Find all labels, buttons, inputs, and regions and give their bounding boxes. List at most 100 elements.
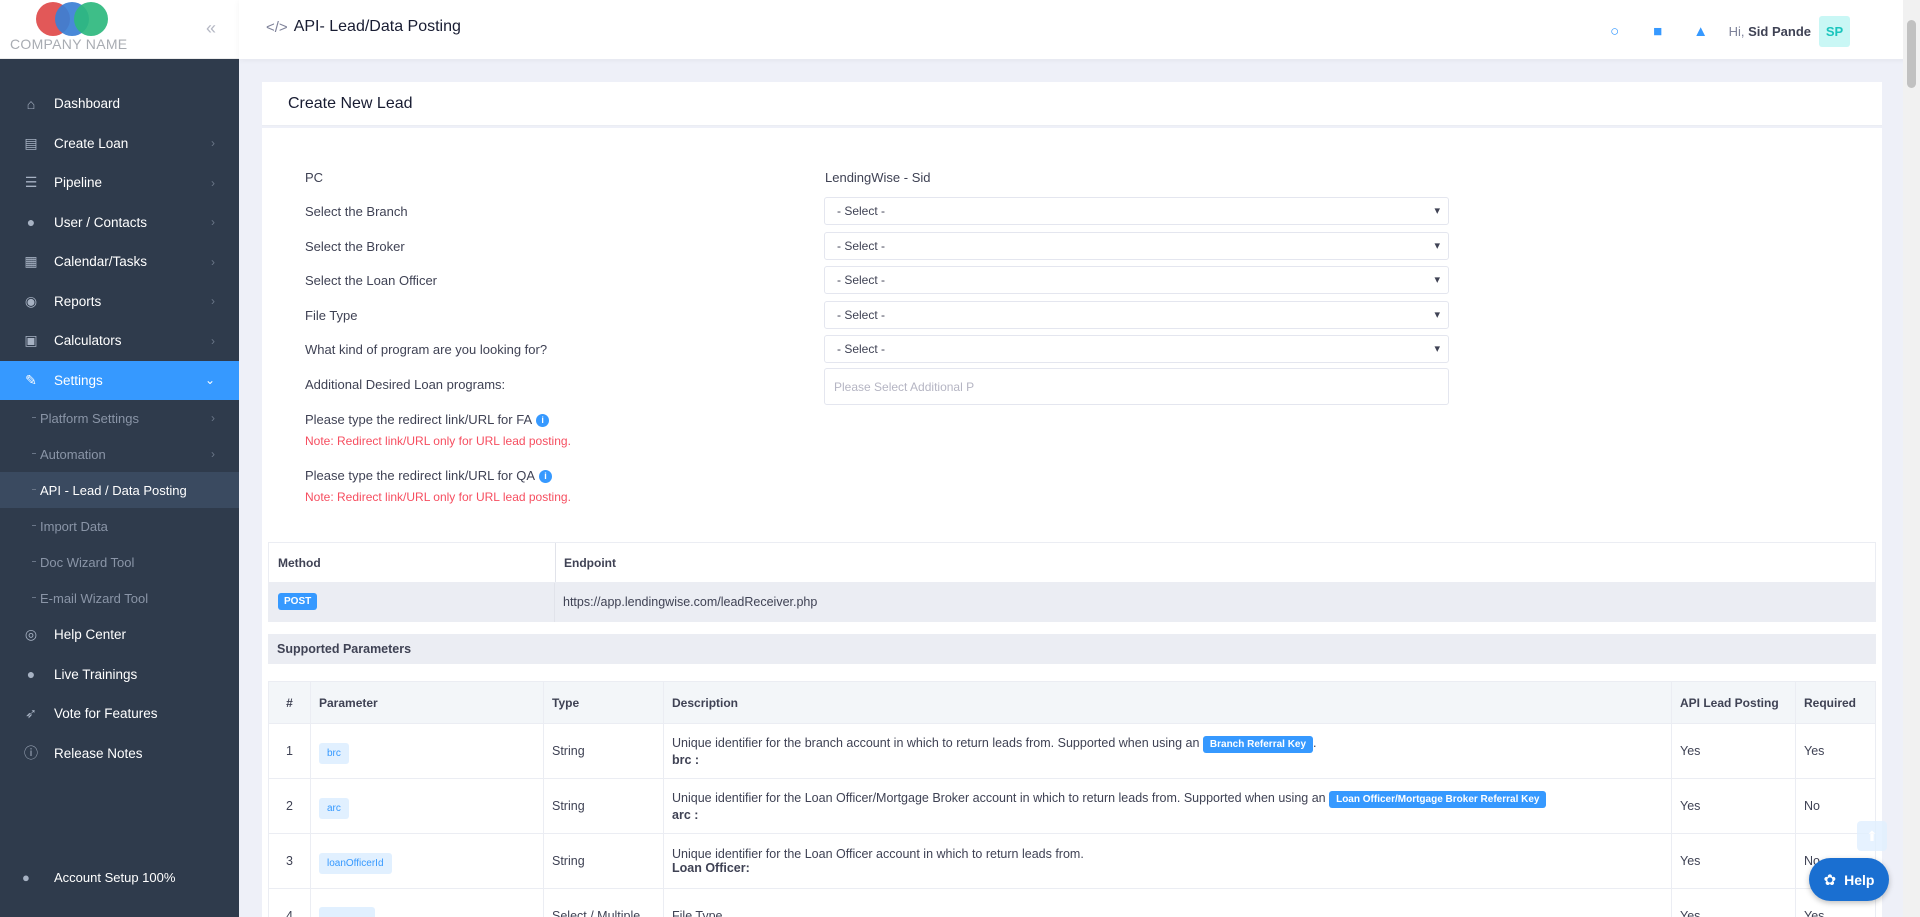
loan-officer-label: Select the Loan Officer xyxy=(305,273,438,288)
search-icon[interactable]: ○ xyxy=(1604,21,1626,43)
sidebar-item-pipeline[interactable]: ☰ Pipeline › xyxy=(0,163,239,203)
branch-select[interactable]: - Select - ▾ xyxy=(824,197,1449,225)
description-cell: Unique identifier for the branch account… xyxy=(663,723,1672,779)
chevron-right-icon: › xyxy=(211,136,215,151)
table-row: 1 brc String Unique identifier for the b… xyxy=(268,723,1876,779)
description-text: File Type. xyxy=(672,909,726,917)
user-gear-icon: ● xyxy=(22,870,30,885)
sidebar-item-label: Vote for Features xyxy=(54,706,158,722)
sidebar-subitem-automation[interactable]: Automation › xyxy=(0,436,239,472)
description-sub: Loan Officer: xyxy=(672,861,750,875)
sidebar-subitem-doc-wizard[interactable]: Doc Wizard Tool xyxy=(0,544,239,580)
secondary-nav: ◎ Help Center ● Live Trainings ➶ Vote fo… xyxy=(0,615,239,773)
scrollbar-thumb[interactable] xyxy=(1907,20,1916,88)
endpoint-url[interactable]: https://app.lendingwise.com/leadReceiver… xyxy=(563,595,817,609)
sidebar-subitem-label: Import Data xyxy=(40,518,108,534)
sidebar-item-help-center[interactable]: ◎ Help Center xyxy=(0,615,239,655)
sidebar-subitem-label: Platform Settings xyxy=(40,410,139,426)
info-icon[interactable]: i xyxy=(536,413,550,427)
loan-officer-select[interactable]: - Select - ▾ xyxy=(824,266,1449,294)
param-chip: brc xyxy=(319,742,349,764)
table-row: 3 loanOfficerId String Unique identifier… xyxy=(268,833,1876,889)
program-select[interactable]: - Select - ▾ xyxy=(824,335,1449,363)
user-name: Sid Pande xyxy=(1748,24,1811,39)
qa-redirect-label-text: Please type the redirect link/URL for QA xyxy=(305,468,536,483)
rocket-icon: ➶ xyxy=(25,705,37,722)
description-text: Unique identifier for the branch account… xyxy=(672,735,1200,750)
table-row: 4 Select / Multiple File Type. Yes Yes xyxy=(268,888,1876,917)
table-header-row: # Parameter Type Description API Lead Po… xyxy=(268,681,1876,724)
fa-redirect-label: Please type the redirect link/URL for FA… xyxy=(305,412,550,427)
pc-value: LendingWise - Sid xyxy=(825,170,931,185)
file-type-select[interactable]: - Select - ▾ xyxy=(824,301,1449,329)
row-num: 1 xyxy=(268,723,311,779)
endpoint-table-header: Method Endpoint xyxy=(268,542,1876,583)
page-scrollbar[interactable] xyxy=(1903,0,1920,917)
description-trail: . xyxy=(1313,735,1317,750)
description-text: Unique identifier for the Loan Officer a… xyxy=(672,847,1084,861)
bell-icon[interactable]: ▲ xyxy=(1690,21,1712,43)
document-icon: ▤ xyxy=(24,134,38,151)
chevron-down-icon: ⌄ xyxy=(204,373,215,388)
help-button[interactable]: ✿ Help xyxy=(1809,858,1889,901)
info-icon[interactable]: i xyxy=(539,469,553,483)
user-greeting[interactable]: Hi, Sid Pande xyxy=(1729,24,1811,39)
sidebar-item-label: User / Contacts xyxy=(54,214,148,230)
qa-redirect-note: Note: Redirect link/URL only for URL lea… xyxy=(305,490,571,504)
account-setup-link[interactable]: ● Account Setup 100% xyxy=(22,870,175,885)
sidebar-item-calculators[interactable]: ▣ Calculators › xyxy=(0,321,239,361)
broker-select-value: - Select - xyxy=(837,239,886,253)
sidebar-item-release-notes[interactable]: ⓘ Release Notes xyxy=(0,734,239,774)
sidebar-item-user-contacts[interactable]: ● User / Contacts › xyxy=(0,203,239,243)
sidebar-item-calendar-tasks[interactable]: ▦ Calendar/Tasks › xyxy=(0,242,239,282)
sidebar-item-vote-features[interactable]: ➶ Vote for Features xyxy=(0,694,239,734)
program-label: What kind of program are you looking for… xyxy=(305,342,548,357)
type-cell: String xyxy=(543,778,664,834)
company-logo[interactable] xyxy=(36,2,108,36)
company-name: COMPANY NAME xyxy=(10,36,128,52)
sidebar-subitem-email-wizard[interactable]: E-mail Wizard Tool xyxy=(0,580,239,616)
sidebar-item-label: Reports xyxy=(54,293,102,309)
type-cell: String xyxy=(543,723,664,779)
top-header: </> API- Lead/Data Posting ○ ■ ▲ Hi, Sid… xyxy=(239,0,1920,59)
method-badge: POST xyxy=(278,593,318,610)
additional-programs-input[interactable]: Please Select Additional P xyxy=(824,368,1449,405)
broker-select[interactable]: - Select - ▾ xyxy=(824,232,1449,260)
wrench-icon: ✎ xyxy=(25,371,37,388)
api-cell: Yes xyxy=(1671,888,1796,917)
avatar[interactable]: SP xyxy=(1819,16,1850,47)
api-cell: Yes xyxy=(1671,833,1796,889)
create-lead-card-header: Create New Lead xyxy=(262,82,1882,126)
greeting-prefix: Hi, xyxy=(1728,24,1745,39)
program-select-value: - Select - xyxy=(837,342,886,356)
chevron-right-icon: › xyxy=(211,411,215,425)
file-type-select-value: - Select - xyxy=(837,308,886,322)
scroll-top-button[interactable]: ⬆ xyxy=(1857,821,1887,851)
row-num: 2 xyxy=(268,778,311,834)
sidebar-item-create-loan[interactable]: ▤ Create Loan › xyxy=(0,124,239,164)
sidebar-item-label: Calculators xyxy=(54,333,122,349)
description-cell: Unique identifier for the Loan Officer/M… xyxy=(663,778,1672,834)
sidebar-subitem-api-lead-posting[interactable]: API - Lead / Data Posting xyxy=(0,472,239,508)
main-nav: ⌂ Dashboard ▤ Create Loan › ☰ Pipeline ›… xyxy=(0,84,239,616)
col-parameter: Parameter xyxy=(310,681,544,724)
sidebar-item-settings[interactable]: ✎ Settings ⌄ xyxy=(0,360,239,400)
sidebar-item-reports[interactable]: ◉ Reports › xyxy=(0,282,239,322)
chevron-right-icon: › xyxy=(211,447,215,461)
chevron-down-icon: ▾ xyxy=(1434,274,1440,286)
additional-programs-placeholder: Please Select Additional P xyxy=(834,379,975,394)
sidebar-item-dashboard[interactable]: ⌂ Dashboard xyxy=(0,84,239,124)
sidebar-item-live-trainings[interactable]: ● Live Trainings xyxy=(0,655,239,695)
sidebar-subitem-label: E-mail Wizard Tool xyxy=(40,590,149,606)
sidebar-item-label: Create Loan xyxy=(54,135,129,151)
loan-officer-select-value: - Select - xyxy=(837,273,886,287)
sidebar-subitem-platform-settings[interactable]: Platform Settings › xyxy=(0,400,239,436)
sidebar-item-label: Help Center xyxy=(54,627,127,643)
notes-icon[interactable]: ■ xyxy=(1647,21,1669,43)
param-cell xyxy=(310,888,544,917)
description-cell: Unique identifier for the Loan Officer a… xyxy=(663,833,1672,889)
collapse-sidebar-icon[interactable]: « xyxy=(206,18,216,39)
sidebar-subitem-import-data[interactable]: Import Data xyxy=(0,508,239,544)
chevron-down-icon: ▾ xyxy=(1434,343,1440,355)
broker-referral-key-badge: Loan Officer/Mortgage Broker Referral Ke… xyxy=(1329,790,1547,808)
